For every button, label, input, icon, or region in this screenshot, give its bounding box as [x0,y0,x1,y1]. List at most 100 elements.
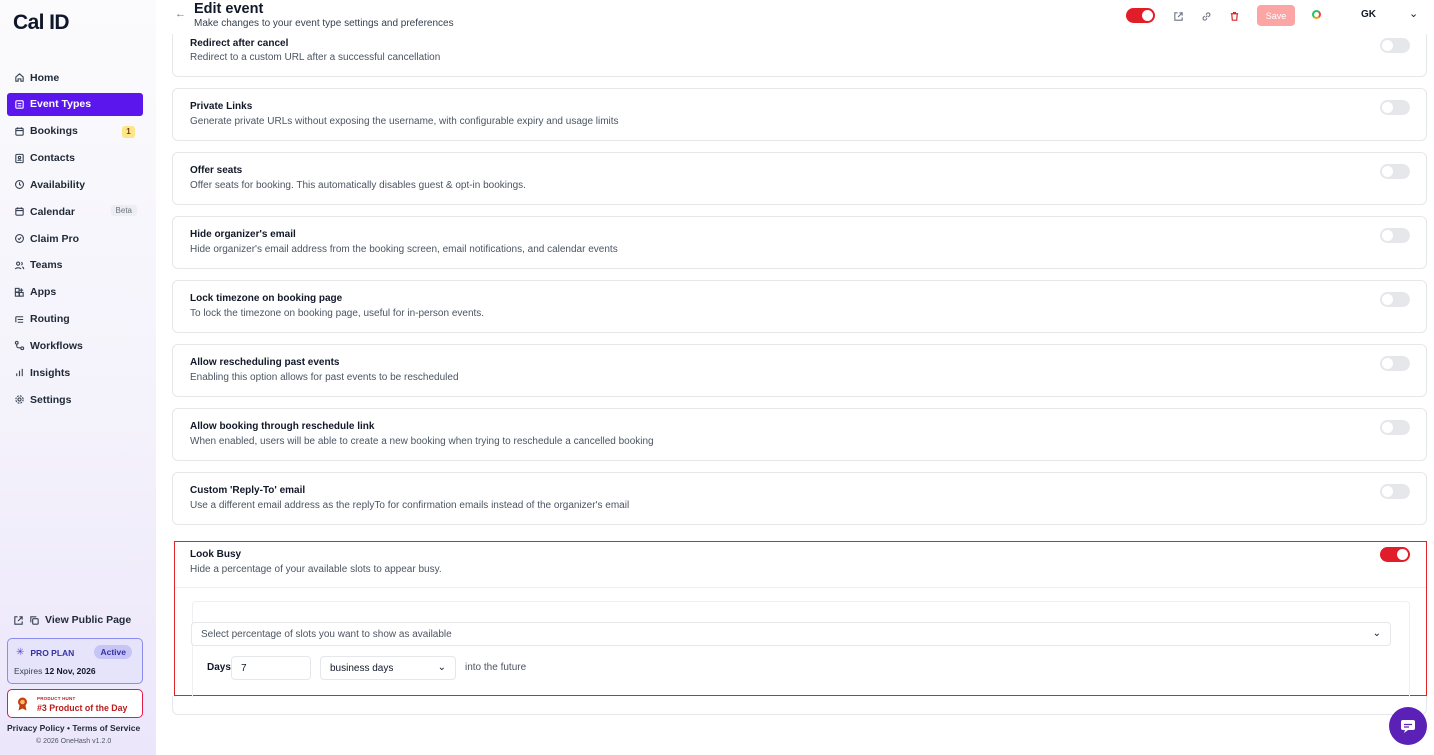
sidebar-item-insights[interactable]: Insights [7,361,143,384]
sidebar: Cal ID Home Event Types Bookings 1 Conta… [0,0,156,755]
private-links-toggle[interactable] [1380,100,1410,115]
calendar-icon [14,206,25,217]
bookings-count-badge: 1 [122,125,135,138]
percentage-slots-placeholder: Select percentage of slots you want to s… [201,629,452,640]
product-hunt-rank: #3 Product of the Day [37,703,128,713]
sidebar-item-workflows[interactable]: Workflows [7,334,143,357]
pro-plan-card[interactable]: ✳ PRO PLAN Active Expires 12 Nov, 2026 [7,638,143,684]
gear-icon [14,394,25,405]
look-busy-description: Hide a percentage of your available slot… [190,564,442,575]
days-type-value: business days [330,663,394,674]
reply-to-email-toggle[interactable] [1380,484,1410,499]
sidebar-item-label: Settings [30,393,72,406]
users-icon [14,260,25,271]
setting-title: Redirect after cancel [190,38,289,49]
sidebar-item-label: Contacts [30,152,75,165]
setting-card-allow-rescheduling-past: Allow rescheduling past events Enabling … [172,344,1427,397]
hide-organizer-email-toggle[interactable] [1380,228,1410,243]
look-busy-card-bottom [172,696,1427,715]
external-link-icon[interactable] [1173,9,1184,21]
setting-card-reply-to-email: Custom 'Reply-To' email Use a different … [172,472,1427,525]
link-icon[interactable] [1201,9,1212,21]
sidebar-item-home[interactable]: Home [7,66,143,89]
clock-icon [14,179,25,190]
sidebar-item-label: Insights [30,366,71,379]
sidebar-nav: Home Event Types Bookings 1 Contacts Ava… [7,66,143,415]
chat-support-button[interactable] [1389,707,1427,745]
look-busy-toggle[interactable] [1380,547,1410,562]
days-type-select[interactable]: business days ⌄ [320,656,456,680]
copy-icon [30,615,39,625]
redirect-after-cancel-toggle[interactable] [1380,38,1410,53]
chat-icon [1401,720,1415,733]
setting-description: When enabled, users will be able to crea… [190,436,654,447]
plan-expiry-label: Expires [14,666,43,676]
sidebar-item-label: Availability [30,178,86,191]
view-public-page-label: View Public Page [45,614,132,626]
copyright: © 2026 OneHash v1.2.0 [36,738,112,745]
event-types-icon [14,99,25,110]
claim-icon [14,233,25,244]
plan-status-badge: Active [94,645,132,659]
sidebar-item-label: Event Types [30,98,92,111]
page-subtitle: Make changes to your event type settings… [194,18,454,29]
setting-title: Private Links [190,101,253,112]
days-input[interactable]: 7 [231,656,311,680]
trash-icon[interactable] [1229,9,1240,21]
divider [175,587,1426,588]
sidebar-item-claim-pro[interactable]: Claim Pro [7,227,143,250]
sidebar-item-label: Routing [30,313,70,326]
setting-card-booking-through-reschedule: Allow booking through reschedule link Wh… [172,408,1427,461]
percentage-slots-select[interactable]: Select percentage of slots you want to s… [191,622,1391,646]
sidebar-item-label: Home [30,71,60,84]
setting-card-private-links: Private Links Generate private URLs with… [172,88,1427,141]
setting-description: Use a different email address as the rep… [190,500,630,511]
sidebar-item-calendar[interactable]: Calendar Beta [7,200,143,223]
chevron-down-icon: ⌄ [437,662,446,673]
app-logo[interactable]: Cal ID [13,11,70,35]
offer-seats-toggle[interactable] [1380,164,1410,179]
back-arrow-icon[interactable]: ← [175,8,186,20]
sidebar-item-teams[interactable]: Teams [7,254,143,277]
beta-badge: Beta [110,205,137,217]
view-public-page-link[interactable]: View Public Page [13,614,131,626]
sparkle-icon: ✳ [16,647,25,658]
setting-title: Allow rescheduling past events [190,357,340,368]
sidebar-item-label: Apps [30,286,57,299]
sidebar-item-settings[interactable]: Settings [7,388,143,411]
setting-description: Offer seats for booking. This automatica… [190,180,526,191]
plan-expiry-date: 12 Nov, 2026 [44,666,96,676]
routing-icon [14,314,25,325]
setting-description: Generate private URLs without exposing t… [190,116,619,127]
sidebar-item-availability[interactable]: Availability [7,173,143,196]
external-link-icon [14,615,23,625]
into-future-label: into the future [465,662,527,673]
sidebar-item-routing[interactable]: Routing [7,308,143,331]
save-button[interactable]: Save [1257,5,1295,26]
lock-timezone-toggle[interactable] [1380,292,1410,307]
setting-title: Allow booking through reschedule link [190,421,375,432]
user-avatar[interactable]: GK [1361,9,1376,20]
sidebar-item-label: Claim Pro [30,232,80,245]
product-hunt-badge[interactable]: PRODUCT HUNT #3 Product of the Day [7,689,143,718]
sidebar-item-apps[interactable]: Apps [7,281,143,304]
sidebar-item-contacts[interactable]: Contacts [7,147,143,170]
chevron-down-icon[interactable]: ⌄ [1409,7,1418,20]
setting-card-offer-seats: Offer seats Offer seats for booking. Thi… [172,152,1427,205]
home-icon [14,72,25,83]
apps-icon [14,287,25,298]
setting-title: Custom 'Reply-To' email [190,485,306,496]
setting-title: Offer seats [190,165,243,176]
sidebar-item-event-types[interactable]: Event Types [7,92,143,116]
plan-expiry: Expires 12 Nov, 2026 [14,666,96,676]
allow-rescheduling-past-toggle[interactable] [1380,356,1410,371]
sidebar-item-label: Bookings [30,125,78,138]
legal-links[interactable]: Privacy Policy • Terms of Service [7,723,140,733]
look-busy-settings-panel [192,601,1410,697]
setting-title: Hide organizer's email [190,229,296,240]
calendar-icon [14,126,25,137]
event-enabled-toggle[interactable] [1126,8,1155,23]
page-header: ← Edit event Make changes to your event … [156,0,1434,34]
booking-through-reschedule-toggle[interactable] [1380,420,1410,435]
sidebar-item-bookings[interactable]: Bookings 1 [7,120,143,143]
